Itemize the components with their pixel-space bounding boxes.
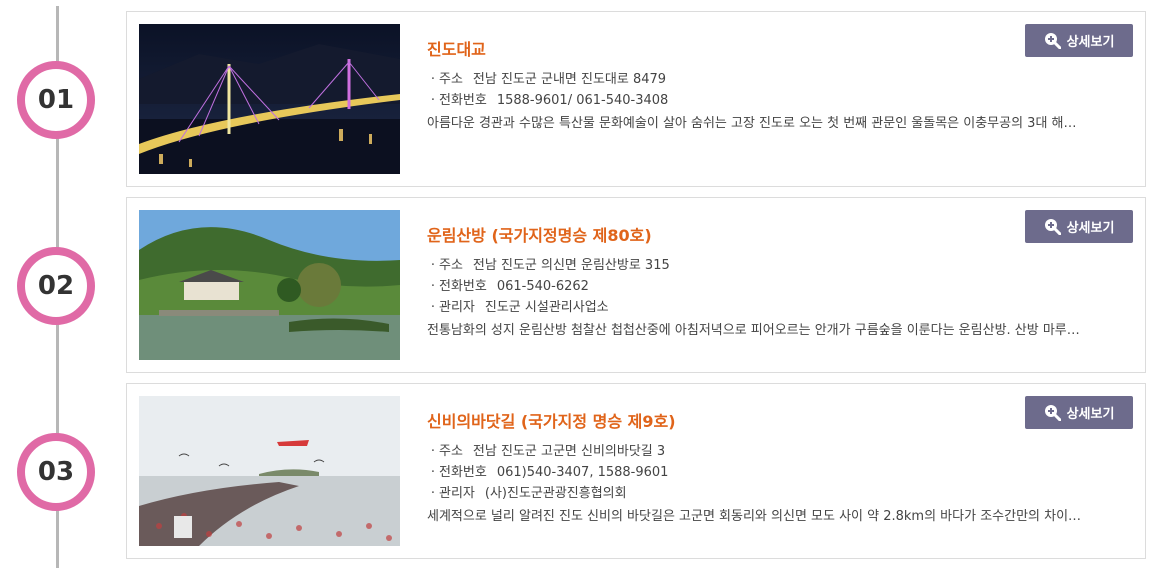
bullet-icon: · bbox=[430, 258, 436, 273]
bridge-night-image bbox=[139, 24, 400, 174]
address-label: 주소 bbox=[439, 72, 463, 87]
phone-label: 전화번호 bbox=[439, 279, 487, 294]
sea-road-crowd-image bbox=[139, 396, 400, 546]
manager-value: (사)진도군관광진흥협의회 bbox=[484, 486, 627, 501]
item-number-badge: 01 bbox=[17, 61, 95, 139]
item-number-badge: 02 bbox=[17, 247, 95, 325]
phone-value: 1588-9601/ 061-540-3408 bbox=[496, 93, 669, 108]
manager-value: 진도군 시설관리사업소 bbox=[484, 300, 609, 315]
bullet-icon: · bbox=[430, 279, 436, 294]
attraction-description: 아름다운 경관과 수많은 특산물 문화예술이 살아 숨쉬는 고장 진도로 오는 … bbox=[427, 116, 1077, 131]
bullet-icon: · bbox=[430, 72, 436, 87]
address-value: 전남 진도군 군내면 진도대로 8479 bbox=[472, 72, 667, 87]
detail-view-label: 상세보기 bbox=[1066, 221, 1115, 236]
zoom-plus-icon bbox=[1044, 405, 1061, 421]
attraction-thumbnail[interactable] bbox=[139, 396, 400, 546]
bullet-icon: · bbox=[430, 300, 436, 315]
bullet-icon: · bbox=[430, 444, 436, 459]
address-row: · 주소 전남 진도군 고군면 신비의바닷길 3 bbox=[427, 441, 1117, 462]
traditional-house-pond-image bbox=[139, 210, 400, 360]
phone-label: 전화번호 bbox=[439, 465, 487, 480]
address-label: 주소 bbox=[439, 444, 463, 459]
detail-view-label: 상세보기 bbox=[1066, 35, 1115, 50]
manager-row: · 관리자 진도군 시설관리사업소 bbox=[427, 297, 1117, 318]
detail-view-label: 상세보기 bbox=[1066, 407, 1115, 422]
attraction-title[interactable]: 운림산방 (국가지정명승 제80호) bbox=[427, 225, 1117, 247]
bullet-icon: · bbox=[430, 486, 436, 501]
attraction-title[interactable]: 진도대교 bbox=[427, 39, 1117, 61]
manager-label: 관리자 bbox=[439, 300, 475, 315]
attraction-card: 운림산방 (국가지정명승 제80호) · 주소 전남 진도군 의신면 운림산방로 3… bbox=[126, 197, 1146, 373]
detail-view-button[interactable]: 상세보기 bbox=[1025, 396, 1133, 429]
phone-row: · 전화번호 061-540-6262 bbox=[427, 276, 1117, 297]
phone-row: · 전화번호 1588-9601/ 061-540-3408 bbox=[427, 90, 1117, 111]
attraction-thumbnail[interactable] bbox=[139, 210, 400, 360]
address-value: 전남 진도군 의신면 운림산방로 315 bbox=[472, 258, 670, 273]
attraction-thumbnail[interactable] bbox=[139, 24, 400, 174]
address-label: 주소 bbox=[439, 258, 463, 273]
attraction-description: 세계적으로 널리 알려진 진도 신비의 바닷길은 고군면 회동리와 의신면 모도… bbox=[427, 509, 1082, 524]
detail-view-button[interactable]: 상세보기 bbox=[1025, 210, 1133, 243]
attraction-card: 진도대교 · 주소 전남 진도군 군내면 진도대로 8479 · 전화번호 1588-9… bbox=[126, 11, 1146, 187]
address-row: · 주소 전남 진도군 군내면 진도대로 8479 bbox=[427, 69, 1117, 90]
bullet-icon: · bbox=[430, 93, 436, 108]
phone-label: 전화번호 bbox=[439, 93, 487, 108]
detail-view-button[interactable]: 상세보기 bbox=[1025, 24, 1133, 57]
attraction-description: 전통남화의 성지 운림산방 첨찰산 첩첩산중에 아침저녁으로 피어오르는 안개가… bbox=[427, 323, 1080, 338]
address-value: 전남 진도군 고군면 신비의바닷길 3 bbox=[472, 444, 666, 459]
manager-label: 관리자 bbox=[439, 486, 475, 501]
bullet-icon: · bbox=[430, 465, 436, 480]
attraction-card: 신비의바닷길 (국가지정 명승 제9호) · 주소 전남 진도군 고군면 신비의바닷… bbox=[126, 383, 1146, 559]
manager-row: · 관리자 (사)진도군관광진흥협의회 bbox=[427, 483, 1117, 504]
address-row: · 주소 전남 진도군 의신면 운림산방로 315 bbox=[427, 255, 1117, 276]
item-number-badge: 03 bbox=[17, 433, 95, 511]
phone-row: · 전화번호 061)540-3407, 1588-9601 bbox=[427, 462, 1117, 483]
attraction-title[interactable]: 신비의바닷길 (국가지정 명승 제9호) bbox=[427, 411, 1117, 433]
zoom-plus-icon bbox=[1044, 33, 1061, 49]
phone-value: 061)540-3407, 1588-9601 bbox=[496, 465, 669, 480]
zoom-plus-icon bbox=[1044, 219, 1061, 235]
phone-value: 061-540-6262 bbox=[496, 279, 589, 294]
